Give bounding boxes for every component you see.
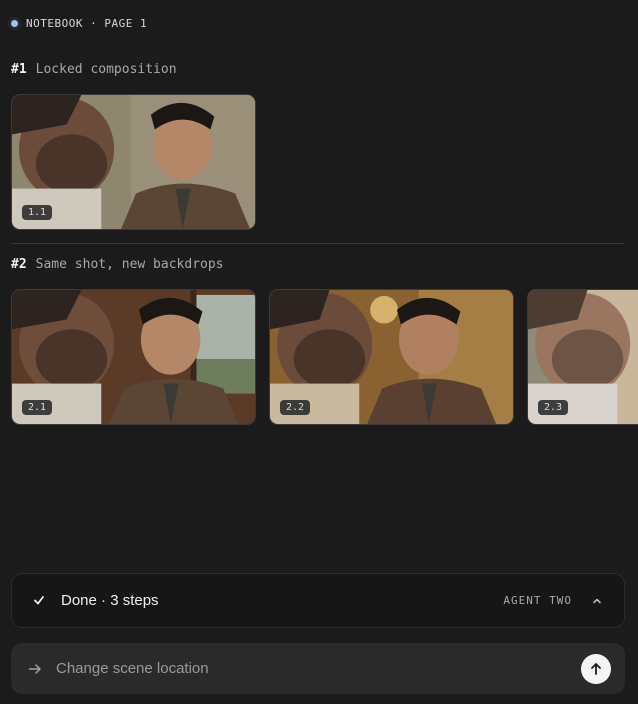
notebook-header: NOTEBOOK · PAGE 1 <box>11 14 147 32</box>
section-label: Locked composition <box>35 62 177 77</box>
agent-label: AGENT TWO <box>503 594 572 607</box>
thumbnail-2-2[interactable]: 2.2 <box>269 289 514 425</box>
arrow-right-icon <box>27 661 43 677</box>
agent-status-panel[interactable]: Done · 3 steps AGENT TWO <box>11 573 625 628</box>
prompt-bar <box>11 643 625 694</box>
thumbnail-badge: 2.2 <box>280 400 311 415</box>
section-label: Same shot, new backdrops <box>35 257 224 272</box>
prompt-input[interactable] <box>56 660 581 677</box>
status-text: Done · 3 steps <box>61 592 159 609</box>
page-title: NOTEBOOK · PAGE 1 <box>26 16 148 30</box>
thumbnail-badge: 1.1 <box>22 205 53 220</box>
arrow-up-icon <box>591 662 601 675</box>
send-button[interactable] <box>581 653 611 684</box>
status-dot-icon <box>11 19 18 27</box>
thumbnail-badge: 2.1 <box>22 400 53 415</box>
section-1-thumbnails: 1.1 <box>0 94 638 234</box>
checkmark-icon <box>32 593 48 609</box>
thumbnail-1-1[interactable]: 1.1 <box>11 94 256 230</box>
thumbnail-2-1[interactable]: 2.1 <box>11 289 256 425</box>
chevron-up-icon[interactable] <box>590 594 604 608</box>
section-1-title: #1 Locked composition <box>11 62 177 80</box>
section-2-title: #2 Same shot, new backdrops <box>11 257 224 275</box>
section-number: #2 <box>11 257 27 272</box>
thumbnail-2-3[interactable]: 2.3 <box>527 289 638 425</box>
section-divider <box>11 243 625 244</box>
thumbnail-badge: 2.3 <box>538 400 569 415</box>
section-number: #1 <box>11 62 27 77</box>
section-2-thumbnails: 2.1 2.2 2.3 <box>0 289 638 429</box>
